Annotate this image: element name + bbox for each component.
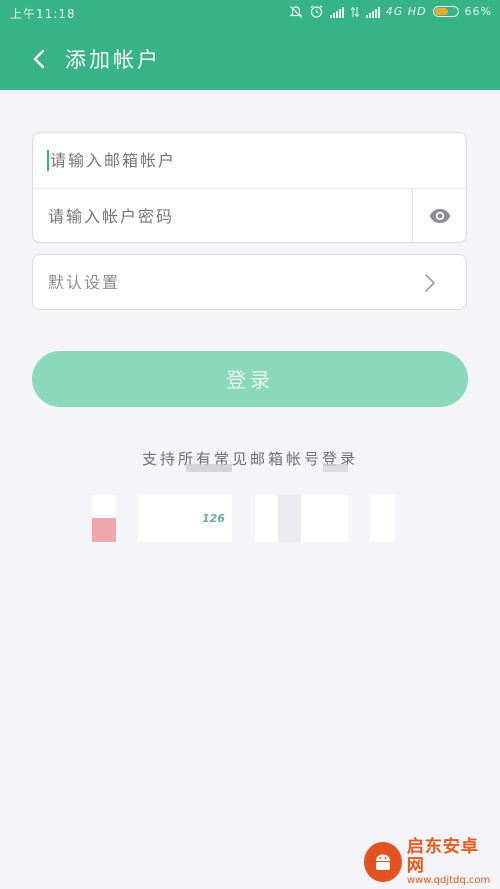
battery-level	[434, 8, 449, 15]
mute-icon	[289, 5, 303, 18]
signal-icon	[329, 6, 344, 18]
status-icons: 4G HD 66%	[289, 4, 492, 19]
divider	[412, 189, 413, 243]
email-input[interactable]	[50, 133, 390, 188]
watermark: 启东安卓网 www.qdjtdq.com	[364, 836, 492, 887]
provider-tile[interactable]	[370, 495, 394, 542]
settings-row[interactable]: 默认设置	[32, 254, 467, 310]
watermark-logo	[364, 842, 402, 882]
eye-icon[interactable]	[428, 204, 452, 228]
credentials-card	[32, 132, 467, 244]
watermark-url: www.qdjtdq.com	[406, 875, 491, 887]
provider-tile[interactable]	[92, 495, 116, 542]
app-header: 上午11:18 4G HD 66% 添加帐户	[0, 0, 500, 90]
chevron-right-icon	[425, 274, 435, 292]
data-transfer-icon	[350, 6, 360, 17]
login-button[interactable]: 登录	[32, 351, 468, 407]
settings-label: 默认设置	[48, 273, 121, 292]
provider-tile[interactable]	[255, 495, 348, 542]
blur-patch	[323, 464, 348, 472]
provider-logo	[278, 495, 301, 542]
status-time: 上午11:18	[10, 7, 76, 21]
battery-percent: 66%	[464, 5, 492, 18]
provider-label: 126	[202, 512, 225, 525]
battery-icon	[432, 6, 459, 17]
blur-patch	[186, 464, 232, 472]
watermark-name: 启东安卓网	[406, 836, 479, 876]
alarm-icon	[310, 5, 323, 18]
provider-logo	[92, 518, 116, 542]
provider-tile-126[interactable]: 126	[138, 495, 232, 542]
password-input[interactable]	[48, 189, 388, 244]
android-icon	[375, 854, 390, 870]
network-type: 4G HD	[385, 5, 427, 18]
page-title: 添加帐户	[65, 48, 161, 72]
support-text: 支持所有常见邮箱帐号登录	[141, 450, 358, 468]
chevron-left-icon	[33, 49, 45, 69]
text-cursor	[47, 150, 49, 171]
status-bar: 上午11:18 4G HD 66%	[0, 0, 500, 28]
signal-icon-2	[365, 6, 380, 18]
back-button[interactable]	[26, 44, 52, 74]
